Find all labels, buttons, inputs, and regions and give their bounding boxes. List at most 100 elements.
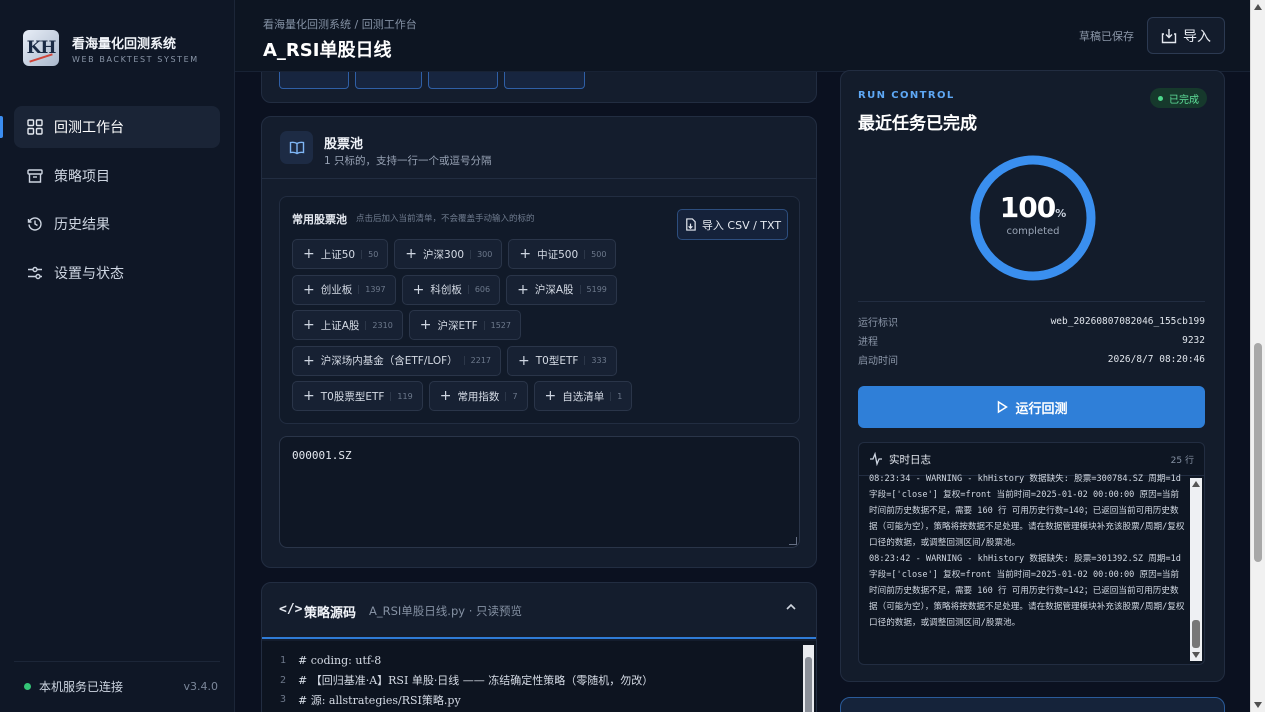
import-button[interactable]: 导入 — [1147, 17, 1225, 54]
preset-chip[interactable]: + 中证500 500 — [508, 239, 617, 269]
sidebar-item-settings[interactable]: 设置与状态 — [14, 252, 220, 294]
run-backtest-button[interactable]: 运行回测 — [858, 386, 1205, 428]
preset-chip-label: 上证50 — [320, 248, 356, 261]
preset-chip[interactable]: + 上证50 50 — [292, 239, 389, 269]
plus-icon: + — [412, 281, 425, 298]
preset-chip[interactable]: + 自选清单 1 — [533, 381, 633, 411]
stub-button[interactable] — [355, 72, 422, 89]
preset-chip[interactable]: + T0股票型ETF 119 — [292, 381, 423, 411]
preset-chip-count: 606 — [467, 285, 490, 294]
stock-codes-textarea[interactable]: 000001.SZ — [279, 436, 800, 548]
preset-chip[interactable]: + 上证A股 2310 — [292, 310, 403, 340]
status-badge-label: 已完成 — [1169, 94, 1199, 106]
version-label: v3.4.0 — [183, 680, 219, 693]
strategy-source-title: 策略源码 — [304, 606, 357, 621]
preset-chip-label: 科创板 — [430, 284, 462, 296]
sidebar-item-label: 设置与状态 — [54, 265, 124, 282]
preset-chip[interactable]: + 沪深A股 5199 — [506, 274, 617, 305]
run-control-kicker: RUN CONTROL — [858, 90, 955, 101]
code-scrollbar[interactable] — [803, 645, 814, 712]
breadcrumb: 看海量化回测系统 / 回测工作台 — [263, 18, 417, 31]
progress-unit: % — [1055, 207, 1067, 220]
preset-chip[interactable]: + 创业板 1397 — [292, 274, 396, 305]
brand-logo: KH — [23, 30, 59, 66]
chevron-up-icon[interactable] — [784, 600, 798, 617]
chip-row: + 上证50 50 + 沪深300 300 + 中证500 500 — [292, 239, 638, 269]
preset-chip-count: 119 — [390, 391, 413, 401]
preset-chip-count: 1527 — [483, 320, 511, 330]
next-card — [840, 697, 1225, 712]
scroll-thumb[interactable] — [1192, 620, 1200, 648]
brand[interactable]: KH 看海量化回测系统 WEB BACKTEST SYSTEM — [23, 30, 199, 66]
plus-icon: + — [518, 352, 530, 369]
preset-chip-count: 1 — [610, 391, 622, 401]
plus-icon: + — [303, 281, 315, 298]
stock-pool-card: 股票池 1 只标的，支持一行一个或逗号分隔 常用股票池 点击后加入当前清单，不会… — [261, 116, 817, 568]
run-backtest-label: 运行回测 — [1015, 401, 1068, 417]
preset-chip[interactable]: + 沪深场内基金（含ETF/LOF） 2217 — [292, 345, 501, 376]
run-meta: 运行标识 web_20260807082046_155cb199 进程 9232 启… — [858, 301, 1205, 369]
preset-chip-label: 自选清单 — [562, 390, 605, 403]
import-csv-button[interactable]: 导入 CSV / TXT — [677, 209, 788, 240]
preset-chip-label: 创业板 — [320, 284, 353, 296]
preset-chip[interactable]: + T0型ETF 333 — [507, 345, 617, 376]
sidebar-item-workbench[interactable]: 回测工作台 — [0, 106, 220, 148]
plus-icon: + — [303, 352, 315, 369]
plus-icon: + — [519, 246, 532, 262]
preset-chip-count: 1397 — [358, 285, 386, 294]
save-status: 草稿已保存 — [1079, 30, 1134, 43]
meta-row: 运行标识 web_20260807082046_155cb199 — [858, 316, 1205, 329]
preset-chip-count: 2217 — [463, 356, 491, 365]
sidebar-item-projects[interactable]: 策略项目 — [14, 155, 220, 197]
chip-row: + T0股票型ETF 119 + 常用指数 7 + 自选清单 1 — [292, 381, 638, 411]
sidebar: KH 看海量化回测系统 WEB BACKTEST SYSTEM 回测工作台 策略… — [0, 0, 235, 712]
scroll-thumb[interactable] — [1254, 343, 1262, 562]
scroll-up-icon[interactable] — [1254, 4, 1262, 10]
preset-chip[interactable]: + 常用指数 7 — [428, 381, 528, 411]
plus-icon: + — [419, 317, 432, 333]
scroll-up-icon[interactable] — [1192, 481, 1200, 487]
meta-row: 启动时间 2026/8/7 08:20:46 — [858, 354, 1205, 367]
stub-button[interactable] — [279, 72, 349, 89]
book-icon — [280, 131, 313, 164]
stub-button[interactable] — [428, 72, 498, 89]
previous-card — [261, 72, 817, 103]
sidebar-item-label: 历史结果 — [54, 217, 110, 233]
code-line: 2 # 【回归基准·A】RSI 单股·日线 —— 冻结确定性策略（零随机，勿改） — [279, 674, 654, 688]
scroll-down-icon[interactable] — [1192, 652, 1200, 658]
status-dot-icon — [1158, 95, 1163, 101]
strategy-source-header[interactable]: </> 策略源码 A_RSI单股日线.py · 只读预览 — [262, 583, 816, 639]
stock-pool-subtitle: 1 只标的，支持一行一个或逗号分隔 — [324, 155, 492, 167]
code-viewer: 1 # coding: utf-8 2 # 【回归基准·A】RSI 单股·日线 ——… — [262, 641, 816, 712]
page-scrollbar[interactable] — [1250, 0, 1265, 712]
preset-chip-label: T0型ETF — [535, 355, 579, 367]
preset-pools-title: 常用股票池 — [292, 213, 347, 226]
plus-icon: + — [439, 388, 452, 404]
preset-chip-count: 7 — [505, 391, 518, 401]
progress-label: completed — [1006, 226, 1060, 237]
activity-icon — [870, 452, 882, 466]
service-status: 本机服务已连接 v3.4.0 — [14, 661, 220, 695]
code-line: 3 # 源: allstrategies/RSI策略.py — [279, 693, 461, 707]
preset-chip[interactable]: + 科创板 606 — [401, 274, 501, 305]
stub-button[interactable] — [504, 72, 585, 89]
sidebar-item-history[interactable]: 历史结果 — [14, 203, 220, 245]
archive-icon — [26, 167, 44, 185]
scroll-down-icon[interactable] — [1254, 702, 1262, 708]
page-title: A_RSI单股日线 — [263, 40, 392, 61]
preset-chip[interactable]: + 沪深ETF 1527 — [408, 310, 521, 340]
preset-chip-count: 500 — [584, 249, 606, 259]
import-csv-label: 导入 CSV / TXT — [701, 218, 782, 232]
code-icon: </> — [279, 602, 303, 617]
stock-pool-title: 股票池 — [324, 137, 364, 152]
log-scrollbar[interactable] — [1190, 478, 1202, 661]
preset-chip[interactable]: + 沪深300 300 — [394, 239, 503, 269]
status-badge: 已完成 — [1150, 88, 1207, 108]
meta-row: 进程 9232 — [858, 335, 1205, 348]
plus-icon: + — [544, 388, 557, 404]
resize-handle-icon[interactable] — [789, 537, 797, 545]
sliders-icon — [26, 264, 44, 282]
realtime-log: 实时日志 25 行 08:23:34 - WARNING - khHistory… — [858, 442, 1205, 665]
preset-chip-count: 5199 — [579, 285, 607, 294]
plus-icon: + — [303, 246, 315, 262]
